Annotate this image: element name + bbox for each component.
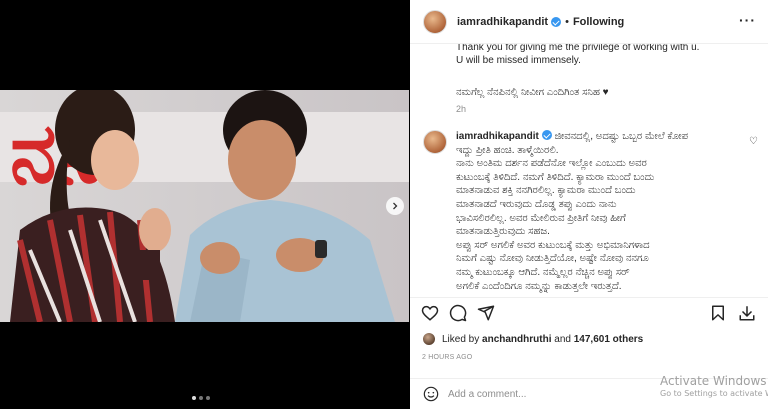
caption-timestamp[interactable]: 2h [456, 104, 466, 114]
post-timestamp[interactable]: 2 HOURS AGO [422, 354, 472, 361]
separator-dot: • [565, 15, 569, 28]
bookmark-icon[interactable] [709, 304, 727, 322]
photo-illustration: ನನ ನ ಅ [0, 90, 409, 322]
carousel-dot [206, 396, 210, 400]
watermark-subtitle: Go to Settings to activate Windows. [660, 389, 768, 398]
post-side-panel: iamradhikapandit • Following ··· Thank y… [410, 0, 768, 409]
emoji-icon[interactable] [423, 386, 439, 402]
comment-line: ಜೀವನದಲ್ಲಿ, ಅದಷ್ಟು ಒಬ್ಬರ ಮೇಲೆ ಕೋಪ [554, 131, 688, 142]
carousel-indicator [192, 396, 210, 400]
comment-line: ಮಾತನಾಡುತ್ತಿರುವುದು ಸಹಜ. [456, 226, 550, 238]
likes-prefix: Liked by [442, 333, 480, 345]
comment-username[interactable]: iamradhikapandit [456, 131, 539, 142]
verified-badge-icon [551, 16, 562, 27]
comment-line: ಕುಟುಂಬಕ್ಕೆ ತಿಳಿದಿದೆ. ನಮಗೆ ತಿಳಿದಿದೆ. ಕ್ಯಾ… [456, 171, 655, 183]
comment-line: ನಮ್ಮ ಕುಟುಂಬಕ್ಕೂ ಆಗಿದೆ. ನಮ್ಮೆಲ್ಲರ ನೆಚ್ಚಿನ… [456, 266, 630, 278]
caption-text: Thank you for giving me the privilege of… [456, 44, 756, 99]
caption-line: ನಮಗೆಲ್ಲ ನೆನಪಿನಲ್ಲಿ ನೀವೀಗ ಎಂದಿಗಿಂತ ಸನಿಹ ♥ [456, 87, 609, 98]
comment-input[interactable] [448, 388, 648, 400]
likes-summary: Liked by anchandhruthi and 147,601 other… [422, 332, 643, 346]
post-header: iamradhikapandit • Following ··· [410, 0, 768, 44]
liker-avatar[interactable] [422, 332, 436, 346]
watermark-title: Activate Windows [660, 374, 767, 388]
comment-line: ನಾನು ಅಂತಿಮ ದರ್ಶನ ಪಡೆದೆನೋ ಇಲ್ಲೋ ಎಂಬುದು ಅವ… [456, 158, 647, 170]
comment-line: ಭಾವಿಸಲಿರಲಿಲ್ಲ. ಅವರ ಮೇಲಿರುವ ಪ್ರೀತಿಗೆ ನೀವು… [456, 212, 626, 224]
caption-line: Thank you for giving me the privilege of… [456, 44, 700, 53]
comment-icon[interactable] [449, 304, 467, 322]
windows-activation-watermark: Activate Windows Go to Settings to activ… [660, 374, 768, 398]
next-slide-button[interactable] [386, 197, 404, 215]
caption-line: U will be missed immensely. [456, 55, 581, 66]
action-bar [410, 297, 768, 327]
carousel-dot [199, 396, 203, 400]
comment-line: ಅಗಲಿಕೆ ಎಂದೆಂದಿಗೂ ನಮ್ಮನ್ನು ಕಾಡುತ್ತಲೇ ಇರುತ… [456, 280, 622, 292]
comment-line: ಮಾತನಾಡದೆ ಇರುವುದು ದೊಡ್ಡ ತಪ್ಪು ಎಂದು ನಾನು [456, 198, 617, 210]
comment-line: ಮಾತನಾಡುವ ಶಕ್ತಿ ನನಗಿರಲಿಲ್ಲ. ಕ್ಯಾಮರಾ ಮುಂದೆ… [456, 185, 636, 197]
comments-scroll-area[interactable]: Thank you for giving me the privilege of… [410, 44, 768, 297]
comment-like-heart-icon[interactable]: ♡ [749, 136, 758, 147]
following-button[interactable]: Following [573, 16, 624, 28]
instagram-post-viewer: ನನ ನ ಅ [0, 0, 768, 409]
post-photo[interactable]: ನನ ನ ಅ [0, 90, 409, 322]
chevron-right-icon [393, 202, 398, 210]
comment-line: ಇದ್ದು ಪ್ರೀತಿ ಹಂಚಿ. ತಾಳ್ಮೆಯಿರಲಿ. [456, 144, 559, 156]
avatar[interactable] [423, 9, 447, 34]
likes-and: and [554, 333, 571, 345]
username-link[interactable]: iamradhikapandit [457, 16, 548, 28]
carousel-dot [192, 396, 196, 400]
share-icon[interactable] [477, 304, 495, 322]
liker-username[interactable]: anchandhruthi [482, 334, 551, 345]
comment-text: iamradhikapandit ಜೀವನದಲ್ಲಿ, ಅದಷ್ಟು ಒಬ್ಬರ… [456, 130, 750, 293]
comment-avatar[interactable] [423, 130, 447, 154]
download-icon[interactable] [738, 304, 756, 322]
likes-count[interactable]: 147,601 others [574, 334, 644, 345]
heart-icon[interactable] [421, 304, 439, 322]
verified-badge-icon [541, 130, 552, 140]
ellipsis-icon[interactable]: ··· [739, 12, 756, 28]
comment-line: ಅಪ್ಪು ಸರ್ ಅಗಲಿಕೆ ಅವರ ಕುಟುಂಬಕ್ಕೆ ಮತ್ತು ಅಭ… [456, 239, 650, 251]
comment-line: ನಿಮಗೆ ಎಷ್ಟು ನೋವು ನೀಡುತ್ತಿದೆಯೋ, ಅಷ್ಟೇ ನೋವ… [456, 253, 649, 265]
